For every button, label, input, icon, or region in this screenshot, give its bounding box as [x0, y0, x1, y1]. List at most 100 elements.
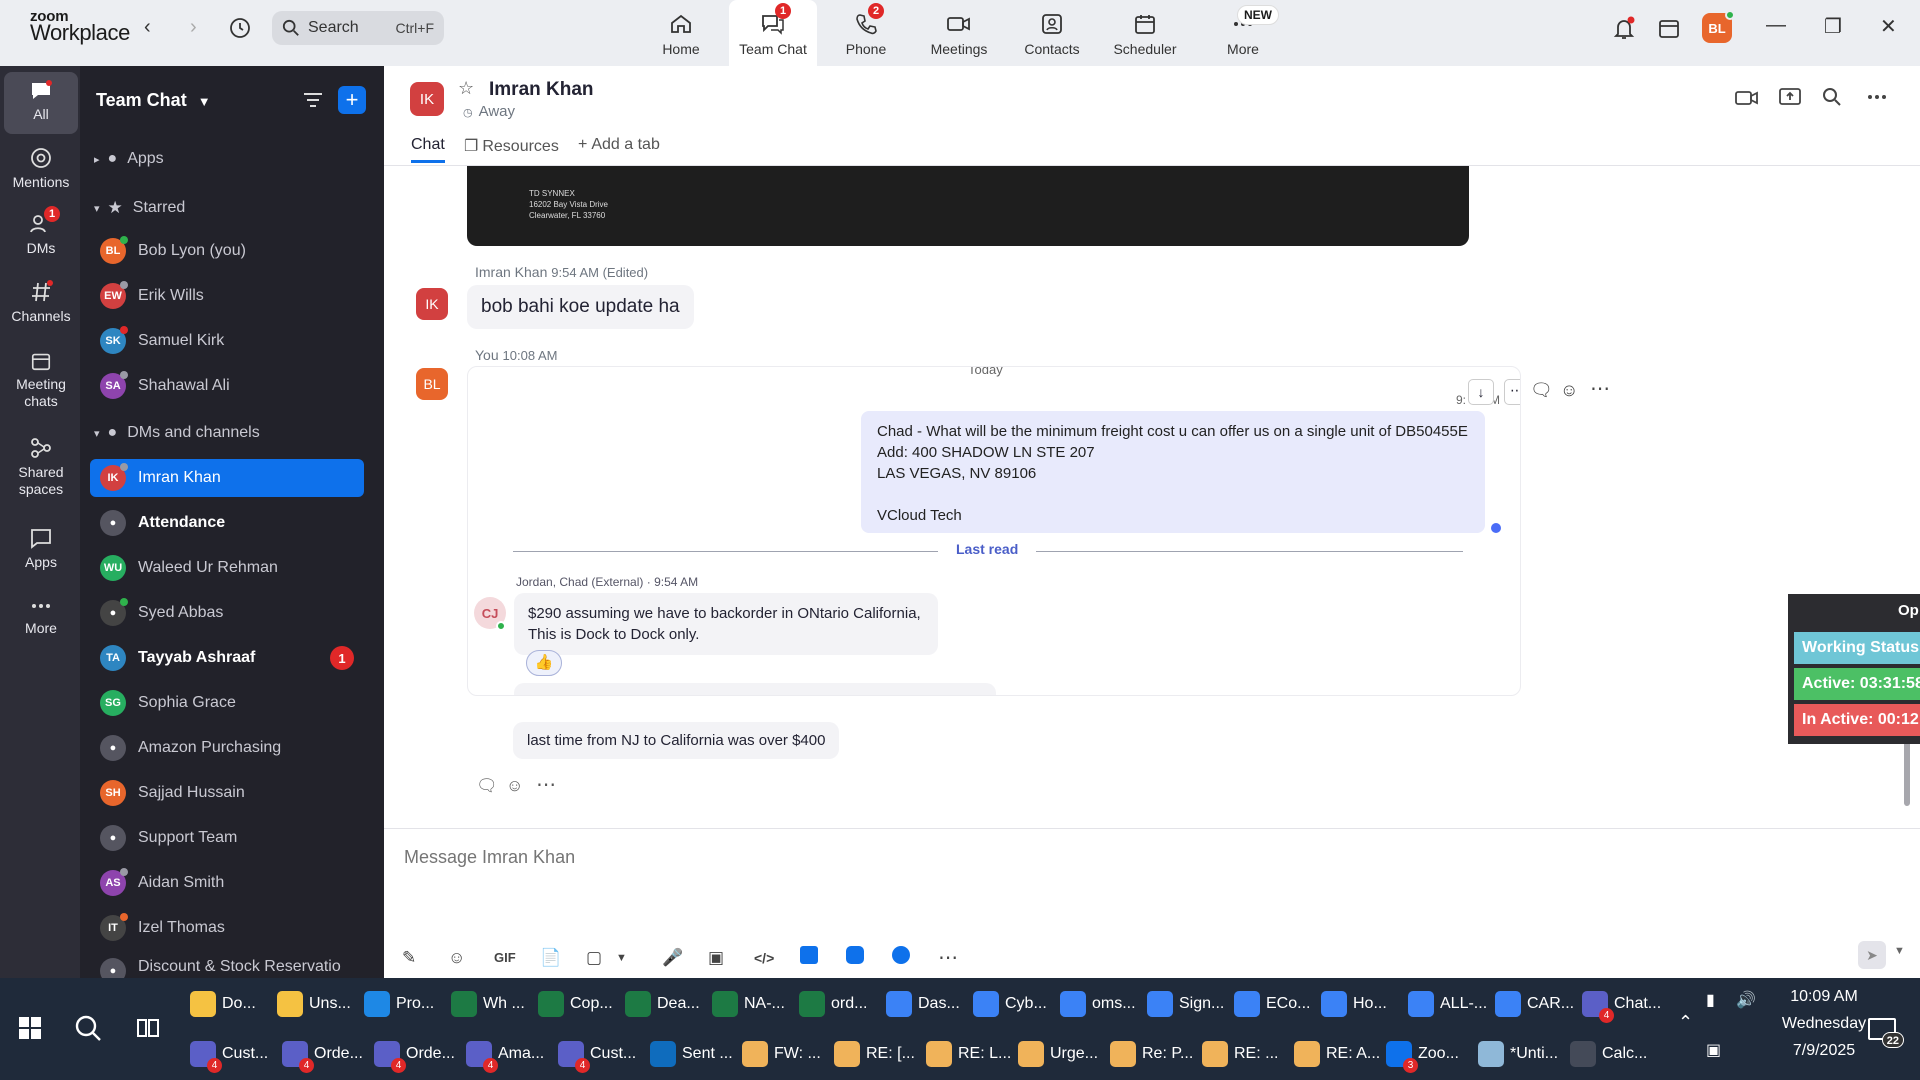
image-attachment[interactable]: TD SYNNEX 16202 Bay Vista Drive Clearwat…: [467, 166, 1469, 246]
rail-item-shared-spaces[interactable]: Shared spaces: [4, 436, 78, 502]
taskbar-app[interactable]: Re: P...: [1110, 1034, 1202, 1074]
message-bubble[interactable]: $290 assuming we have to backorder in ON…: [514, 593, 938, 655]
taskbar-app[interactable]: FW: ...: [742, 1034, 834, 1074]
search-icon[interactable]: [1822, 87, 1842, 112]
rail-item-more[interactable]: More: [4, 596, 78, 646]
taskbar-app[interactable]: oms...: [1060, 984, 1147, 1024]
tab-contacts[interactable]: Contacts: [1008, 0, 1096, 66]
star-icon[interactable]: ☆: [458, 78, 474, 99]
taskbar-app[interactable]: 4 Ama...: [466, 1034, 558, 1074]
more-dots-icon[interactable]: ⋯: [536, 772, 556, 797]
volume-icon[interactable]: 🔊: [1736, 990, 1756, 1010]
tab-more[interactable]: More NEW: [1199, 0, 1287, 66]
more-dots-icon[interactable]: [1866, 88, 1888, 111]
gif-button[interactable]: GIF: [494, 950, 540, 965]
taskbar-app[interactable]: 4 Cust...: [558, 1034, 650, 1074]
filter-icon[interactable]: [302, 90, 324, 115]
taskbar-app[interactable]: NA-...: [712, 984, 799, 1024]
forward-arrow-icon[interactable]: ›: [190, 16, 197, 39]
clock[interactable]: 10:09 AM Wednesday 7/9/2025: [1776, 988, 1872, 1060]
sidebar-item-izel-thomas[interactable]: IT Izel Thomas: [90, 909, 364, 947]
video-camera-icon[interactable]: [1734, 88, 1760, 113]
message-bubble[interactable]: last time from NJ to California was over…: [513, 722, 840, 759]
taskbar-app[interactable]: Sign...: [1147, 984, 1234, 1024]
taskbar-app[interactable]: 4 Chat...: [1582, 984, 1669, 1024]
chevron-up-icon[interactable]: ⌃: [1678, 1012, 1693, 1033]
app-icon-3[interactable]: [892, 946, 938, 969]
taskbar-app[interactable]: *Unti...: [1478, 1034, 1570, 1074]
new-chat-button[interactable]: +: [338, 86, 366, 114]
rail-item-meeting-chats[interactable]: Meeting chats: [4, 350, 78, 416]
sidebar-item-imran-khan[interactable]: IK Imran Khan: [90, 459, 364, 497]
emoji-add-icon[interactable]: ☺: [1560, 380, 1578, 401]
tab-chat[interactable]: Chat: [411, 136, 445, 163]
sidebar-item-sophia-grace[interactable]: SG Sophia Grace: [90, 684, 364, 722]
notification-bell-icon[interactable]: [1612, 16, 1636, 47]
screenshot-attachment[interactable]: Today 9:M ↓ ⋯ Chad - What will be the mi…: [467, 366, 1521, 696]
taskbar-app[interactable]: Wh ...: [451, 984, 538, 1024]
sidebar-item-erik-wills[interactable]: EW Erik Wills: [90, 277, 364, 315]
rail-item-dms[interactable]: DMs 1: [4, 206, 78, 262]
download-icon[interactable]: ↓: [1468, 379, 1494, 405]
close-button[interactable]: ✕: [1880, 14, 1897, 39]
search-icon[interactable]: [74, 1014, 102, 1047]
sidebar-item-support-team[interactable]: ● Support Team: [90, 819, 364, 857]
file-icon[interactable]: 📄: [540, 948, 586, 968]
more-dots-icon[interactable]: ⋯: [1504, 379, 1520, 405]
emoji-icon[interactable]: ☺: [448, 948, 494, 968]
scrollbar-thumb[interactable]: [1904, 736, 1910, 806]
avatar[interactable]: IK: [410, 82, 444, 116]
video-message-icon[interactable]: ▣: [708, 948, 754, 968]
format-icon[interactable]: ✎: [402, 948, 448, 968]
taskbar-app[interactable]: Do...: [190, 984, 277, 1024]
sidebar-item-tayyab[interactable]: TA Tayyab Ashraaf 1: [90, 639, 364, 677]
taskbar-app[interactable]: 4 Orde...: [282, 1034, 374, 1074]
reply-icon[interactable]: 🗨: [476, 776, 498, 796]
message-bubble[interactable]: bob bahi koe update ha: [467, 285, 694, 329]
sidebar-item-aidan-smith[interactable]: AS Aidan Smith: [90, 864, 364, 902]
app-icon-1[interactable]: [800, 946, 846, 969]
share-screen-icon[interactable]: [1778, 86, 1802, 113]
minimize-button[interactable]: —: [1766, 14, 1786, 37]
screenshot-icon[interactable]: ▢: [586, 948, 616, 968]
sidebar-item-attendance[interactable]: ● Attendance: [90, 504, 364, 542]
message-input[interactable]: [404, 841, 1804, 873]
rail-item-all[interactable]: All: [4, 72, 78, 134]
notification-center-icon[interactable]: 22: [1868, 1018, 1904, 1048]
rail-item-apps[interactable]: Apps: [4, 526, 78, 576]
avatar[interactable]: IK: [416, 288, 448, 320]
taskbar-app[interactable]: Sent ...: [650, 1034, 742, 1074]
sidebar-section-starred[interactable]: ▾ ★ Starred: [94, 198, 185, 218]
tab-phone[interactable]: Phone 2: [822, 0, 910, 66]
sidebar-item-shahawal-ali[interactable]: SA Shahawal Ali: [90, 367, 364, 405]
sidebar-item-samuel-kirk[interactable]: SK Samuel Kirk: [90, 322, 364, 360]
calendar-icon[interactable]: [1657, 16, 1681, 45]
tab-resources[interactable]: ❐ Resources: [464, 136, 559, 156]
sidebar-item-discount[interactable]: ● Discount & Stock Reservatio: [90, 954, 364, 978]
taskbar-app[interactable]: Das...: [886, 984, 973, 1024]
taskbar-app[interactable]: Pro...: [364, 984, 451, 1024]
history-icon[interactable]: [228, 16, 252, 45]
app-icon-2[interactable]: [846, 946, 892, 969]
taskbar-app[interactable]: ord...: [799, 984, 886, 1024]
tab-team-chat[interactable]: Team Chat 1: [729, 0, 817, 66]
battery-icon[interactable]: ▮: [1706, 990, 1715, 1010]
sidebar-item-sajjad[interactable]: SH Sajjad Hussain: [90, 774, 364, 812]
taskbar-app[interactable]: Uns...: [277, 984, 364, 1024]
windows-start-icon[interactable]: [18, 1016, 42, 1045]
back-arrow-icon[interactable]: ‹: [144, 16, 151, 39]
taskbar-app[interactable]: RE: [...: [834, 1034, 926, 1074]
rail-item-channels[interactable]: Channels: [4, 280, 78, 330]
chevron-down-icon[interactable]: ▼: [1894, 945, 1905, 957]
taskbar-app[interactable]: Cyb...: [973, 984, 1060, 1024]
taskbar-app[interactable]: Calc...: [1570, 1034, 1662, 1074]
sidebar-item-bob-lyon[interactable]: BL Bob Lyon (you): [90, 232, 364, 270]
restore-button[interactable]: ❐: [1824, 14, 1842, 39]
taskbar-app[interactable]: 3 Zoo...: [1386, 1034, 1478, 1074]
chevron-down-icon[interactable]: ▼: [616, 952, 662, 964]
tab-meetings[interactable]: Meetings: [915, 0, 1003, 66]
sidebar-section-dms[interactable]: ▾ ● DMs and channels: [94, 424, 260, 442]
taskbar-app[interactable]: Ho...: [1321, 984, 1408, 1024]
emoji-add-icon[interactable]: ☺: [506, 776, 523, 796]
taskbar-app[interactable]: ALL-...: [1408, 984, 1495, 1024]
